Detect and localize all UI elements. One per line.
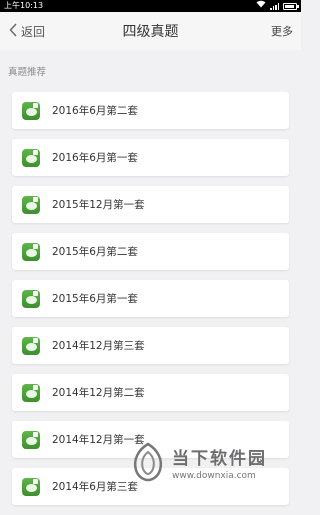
status-time: 上午10:13 <box>4 1 44 10</box>
exam-paper-icon <box>22 195 40 214</box>
exam-paper-icon <box>22 148 40 167</box>
list-item-label: 2016年6月第一套 <box>52 152 138 164</box>
list-item[interactable]: 2014年12月第二套 <box>12 374 289 411</box>
list-item-label: 2014年12月第二套 <box>52 387 145 399</box>
list-item[interactable]: 2016年6月第一套 <box>12 139 289 176</box>
exam-paper-icon <box>22 430 40 449</box>
section-header: 真题推荐 <box>8 67 47 78</box>
exam-paper-icon <box>22 383 40 402</box>
watermark-text: 当下软件园 www.downxia.com <box>172 444 267 481</box>
list-item-label: 2016年6月第二套 <box>52 105 138 117</box>
battery-icon <box>283 2 299 10</box>
list-item-label: 2014年12月第三套 <box>52 340 145 352</box>
back-button-label: 返回 <box>21 24 46 39</box>
navigation-bar: 返回 四级真题 更多 <box>0 12 301 50</box>
list-item[interactable]: 2015年6月第一套 <box>12 280 289 317</box>
list-item-label: 2015年12月第一套 <box>52 199 145 211</box>
more-button[interactable]: 更多 <box>271 12 293 50</box>
list-item-label: 2015年6月第二套 <box>52 246 138 258</box>
exam-paper-icon <box>22 477 40 496</box>
watermark-title: 当下软件园 <box>172 448 267 469</box>
list-item[interactable]: 2015年6月第二套 <box>12 233 289 270</box>
status-bar: 上午10:13 <box>0 0 301 12</box>
back-button[interactable]: 返回 <box>9 12 45 50</box>
watermark-logo-icon <box>130 442 166 482</box>
list-item-label: 2014年6月第三套 <box>52 481 138 493</box>
exam-paper-icon <box>22 242 40 261</box>
signal-icon <box>270 2 279 10</box>
watermark: 当下软件园 www.downxia.com <box>130 438 298 486</box>
exam-paper-icon <box>22 101 40 120</box>
page-title: 四级真题 <box>122 24 179 40</box>
status-icons <box>256 0 299 12</box>
list-item-label: 2015年6月第一套 <box>52 293 138 305</box>
exam-paper-icon <box>22 336 40 355</box>
wifi-icon <box>256 0 266 12</box>
list-item[interactable]: 2016年6月第二套 <box>12 92 289 129</box>
chevron-left-icon <box>9 23 17 40</box>
exam-paper-icon <box>22 289 40 308</box>
list-item[interactable]: 2014年12月第三套 <box>12 327 289 364</box>
watermark-url: www.downxia.com <box>172 470 256 481</box>
list-item[interactable]: 2015年12月第一套 <box>12 186 289 223</box>
